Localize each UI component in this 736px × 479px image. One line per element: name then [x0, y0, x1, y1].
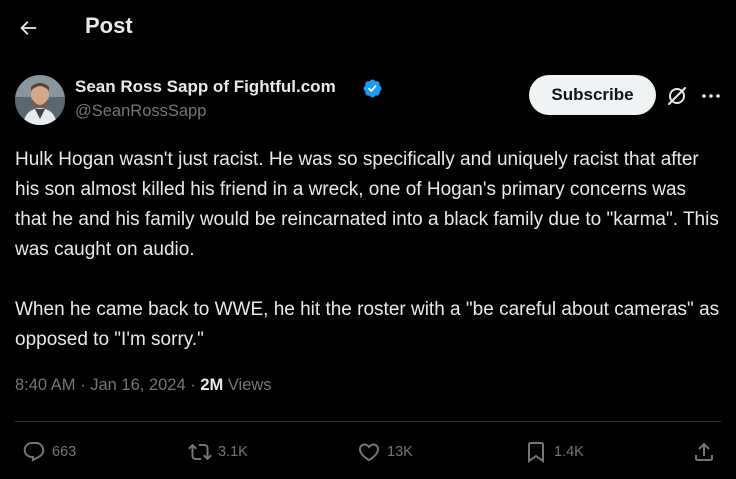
views-label: Views — [223, 376, 272, 394]
repost-count: 3.1K — [218, 444, 248, 460]
bookmark-count: 1.4K — [554, 444, 584, 460]
bookmark-button[interactable]: 1.4K — [524, 438, 584, 466]
top-bar: Post — [0, 0, 736, 54]
tweet-time[interactable]: 8:40 AM — [15, 376, 76, 394]
grok-icon — [668, 87, 686, 105]
reply-icon — [23, 442, 45, 462]
avatar-image — [15, 75, 65, 125]
tweet-meta: 8:40 AM · Jan 16, 2024 · 2M Views — [15, 376, 272, 395]
subscribe-button[interactable]: Subscribe — [529, 75, 656, 115]
views-count: 2M — [200, 376, 224, 394]
avatar[interactable] — [15, 75, 65, 125]
meta-separator: · — [185, 376, 201, 394]
back-button[interactable] — [14, 14, 42, 42]
author-handle[interactable]: @SeanRossSapp — [75, 102, 206, 121]
tweet-date[interactable]: Jan 16, 2024 — [90, 376, 185, 394]
grok-button[interactable] — [665, 84, 689, 108]
bookmark-icon — [528, 442, 544, 463]
like-count: 13K — [387, 444, 413, 460]
reply-count: 663 — [52, 444, 77, 460]
tweet-text: Hulk Hogan wasn't just racist. He was so… — [15, 145, 721, 355]
meta-separator: · — [75, 376, 91, 394]
repost-button[interactable]: 3.1K — [188, 438, 248, 466]
repost-icon — [188, 443, 212, 461]
tweet-paragraph: Hulk Hogan wasn't just racist. He was so… — [15, 149, 719, 260]
divider — [15, 421, 721, 422]
share-icon — [695, 442, 713, 461]
arrow-left-icon — [20, 21, 37, 35]
like-button[interactable]: 13K — [357, 438, 413, 466]
more-button[interactable] — [699, 84, 723, 108]
tweet-paragraph: When he came back to WWE, he hit the ros… — [15, 299, 720, 350]
heart-icon — [358, 443, 380, 462]
verified-badge-icon — [363, 79, 382, 98]
share-button[interactable] — [692, 438, 716, 466]
author-name[interactable]: Sean Ross Sapp of Fightful.com — [75, 77, 336, 97]
more-icon — [702, 94, 720, 98]
reply-button[interactable]: 663 — [22, 438, 76, 466]
page-title: Post — [85, 13, 133, 38]
